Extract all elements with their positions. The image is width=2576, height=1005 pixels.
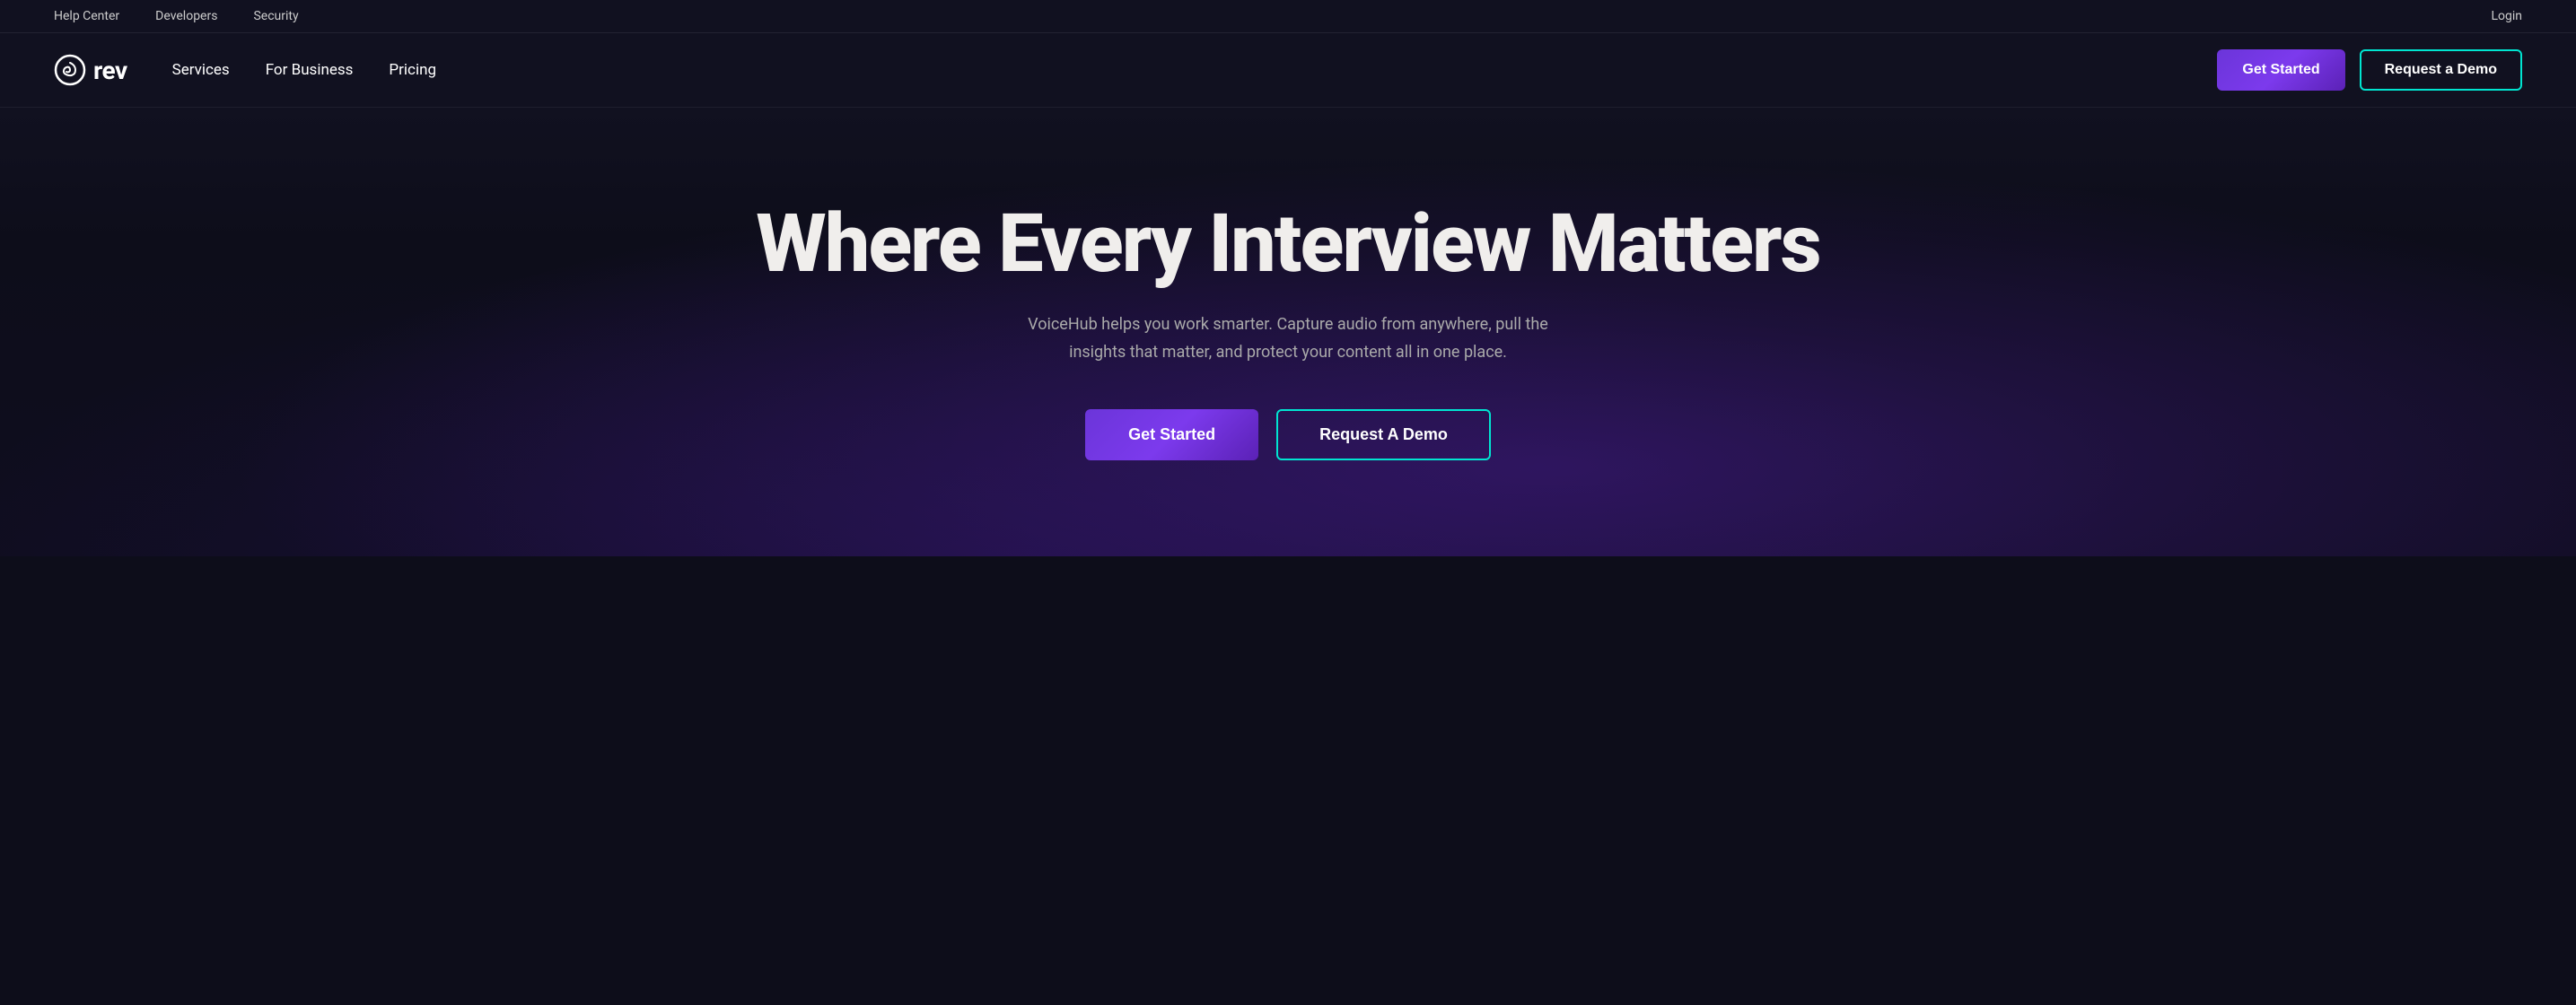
rev-logo-icon [54,54,86,86]
logo[interactable]: rev [54,54,127,86]
for-business-nav-link[interactable]: For Business [266,61,354,79]
hero-get-started-button[interactable]: Get Started [1085,409,1258,460]
utility-bar: Help Center Developers Security Login [0,0,2576,33]
login-link[interactable]: Login [2491,9,2522,23]
logo-text: rev [93,56,127,85]
utility-bar-links: Help Center Developers Security [54,9,299,23]
services-nav-link[interactable]: Services [172,61,230,79]
nav-request-demo-button[interactable]: Request a Demo [2360,49,2522,91]
hero-subtitle: VoiceHub helps you work smarter. Capture… [1019,311,1557,366]
hero-buttons: Get Started Request A Demo [1085,409,1491,460]
hero-section: Where Every Interview Matters VoiceHub h… [0,108,2576,556]
nav-right: Get Started Request a Demo [2217,49,2522,91]
nav-left: rev Services For Business Pricing [54,54,436,86]
help-center-link[interactable]: Help Center [54,9,119,23]
nav-links: Services For Business Pricing [172,61,436,79]
main-navigation: rev Services For Business Pricing Get St… [0,33,2576,108]
hero-request-demo-button[interactable]: Request A Demo [1276,409,1491,460]
security-link[interactable]: Security [253,9,298,23]
nav-get-started-button[interactable]: Get Started [2217,49,2344,91]
pricing-nav-link[interactable]: Pricing [389,61,436,79]
developers-link[interactable]: Developers [155,9,217,23]
hero-title: Where Every Interview Matters [756,204,1819,284]
